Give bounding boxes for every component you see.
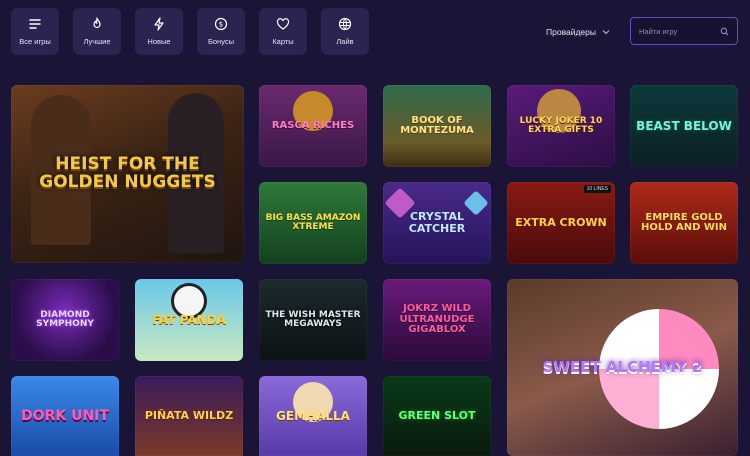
game-tile-book-of-montezuma[interactable]: Book of Montezuma [383, 85, 491, 167]
lightning-icon [154, 17, 164, 31]
menu-lines-icon [29, 19, 41, 29]
game-title: Beast Below [636, 118, 732, 133]
game-tile-pinata-wildz[interactable]: Piñata Wildz [135, 376, 243, 456]
category-best[interactable]: Лучшие [73, 8, 121, 55]
game-tile-lucky-joker-10[interactable]: Lucky Joker 10 Extra Gifts [507, 85, 615, 167]
game-tile-jokrz-wild[interactable]: Jokrz Wild Ultranudge Gigablox [383, 279, 491, 361]
game-title: Dork Unit [21, 407, 109, 424]
game-tile-diamond-symphony[interactable]: Diamond Symphony [11, 279, 119, 361]
globe-icon [338, 17, 352, 31]
game-tile-gemhalla[interactable]: Gemhalla [259, 376, 367, 456]
game-title: Jokrz Wild Ultranudge Gigablox [399, 303, 475, 336]
game-title: Extra Crown [515, 216, 607, 230]
svg-text:$: $ [219, 21, 223, 29]
game-tile-rasca-riches[interactable]: Rasca Riches [259, 85, 367, 167]
game-title: Green Slot [398, 409, 476, 423]
game-tile-extra-crown[interactable]: 10 LINES Extra Crown [507, 182, 615, 264]
heart-icon [276, 18, 290, 30]
lines-badge: 10 LINES [583, 185, 611, 193]
game-title: Crystal Catcher [408, 210, 466, 235]
category-new[interactable]: Новые [135, 8, 183, 55]
game-tile-green-slot[interactable]: Green Slot [383, 376, 491, 456]
game-title: The Wish Master Megaways [265, 309, 361, 329]
category-all-games[interactable]: Все игры [11, 8, 59, 55]
game-tile-fat-panda[interactable]: Fat Panda [135, 279, 243, 361]
game-tile-heist-golden-nuggets[interactable]: Heist for the Golden Nuggets [11, 85, 244, 263]
game-title: Gemhalla [276, 408, 350, 423]
game-title: Piñata Wildz [144, 409, 234, 423]
flame-icon [93, 17, 101, 29]
category-cards[interactable]: Карты [259, 8, 307, 55]
game-title: Book of Montezuma [400, 114, 474, 136]
providers-label: Провайдеры [546, 27, 596, 37]
game-title: Diamond Symphony [36, 309, 94, 329]
game-tile-big-bass-amazon-xtreme[interactable]: Big Bass Amazon Xtreme [259, 182, 367, 264]
category-label: Лайв [336, 37, 354, 46]
game-title: Heist for the Golden Nuggets [39, 154, 216, 192]
category-label: Лучшие [83, 37, 111, 46]
game-title: Lucky Joker 10 Extra Gifts [519, 115, 603, 135]
game-tile-wish-master[interactable]: The Wish Master Megaways [259, 279, 367, 361]
dollar-coin-icon: $ [214, 17, 228, 31]
category-label: Бонусы [207, 37, 235, 46]
game-tile-sweet-alchemy-2[interactable]: Sweet Alchemy 2 [507, 279, 738, 456]
game-title: Sweet Alchemy 2 [542, 357, 703, 376]
game-tile-empire-gold[interactable]: Empire Gold Hold and Win [630, 182, 738, 264]
category-bonuses[interactable]: $ Бонусы [197, 8, 245, 55]
top-bar: Все игры Лучшие Новые $ Бонусы Карты Лай… [0, 0, 750, 70]
search-input[interactable] [639, 26, 717, 36]
game-tile-beast-below[interactable]: Beast Below [630, 85, 738, 167]
game-tile-crystal-catcher[interactable]: Crystal Catcher [383, 182, 491, 264]
game-title: Empire Gold Hold and Win [640, 211, 728, 233]
providers-dropdown[interactable]: Провайдеры [546, 24, 610, 40]
game-tile-dork-unit[interactable]: Dork Unit [11, 376, 119, 456]
category-label: Все игры [19, 37, 51, 46]
category-label: Новые [147, 37, 171, 46]
game-title: Big Bass Amazon Xtreme [265, 212, 361, 232]
game-title: Rasca Riches [271, 119, 355, 131]
search-box [630, 17, 738, 45]
category-label: Карты [272, 37, 294, 46]
search-icon[interactable] [720, 27, 729, 36]
game-title: Fat Panda [152, 312, 226, 327]
chevron-down-icon [602, 30, 610, 35]
category-live[interactable]: Лайв [321, 8, 369, 55]
